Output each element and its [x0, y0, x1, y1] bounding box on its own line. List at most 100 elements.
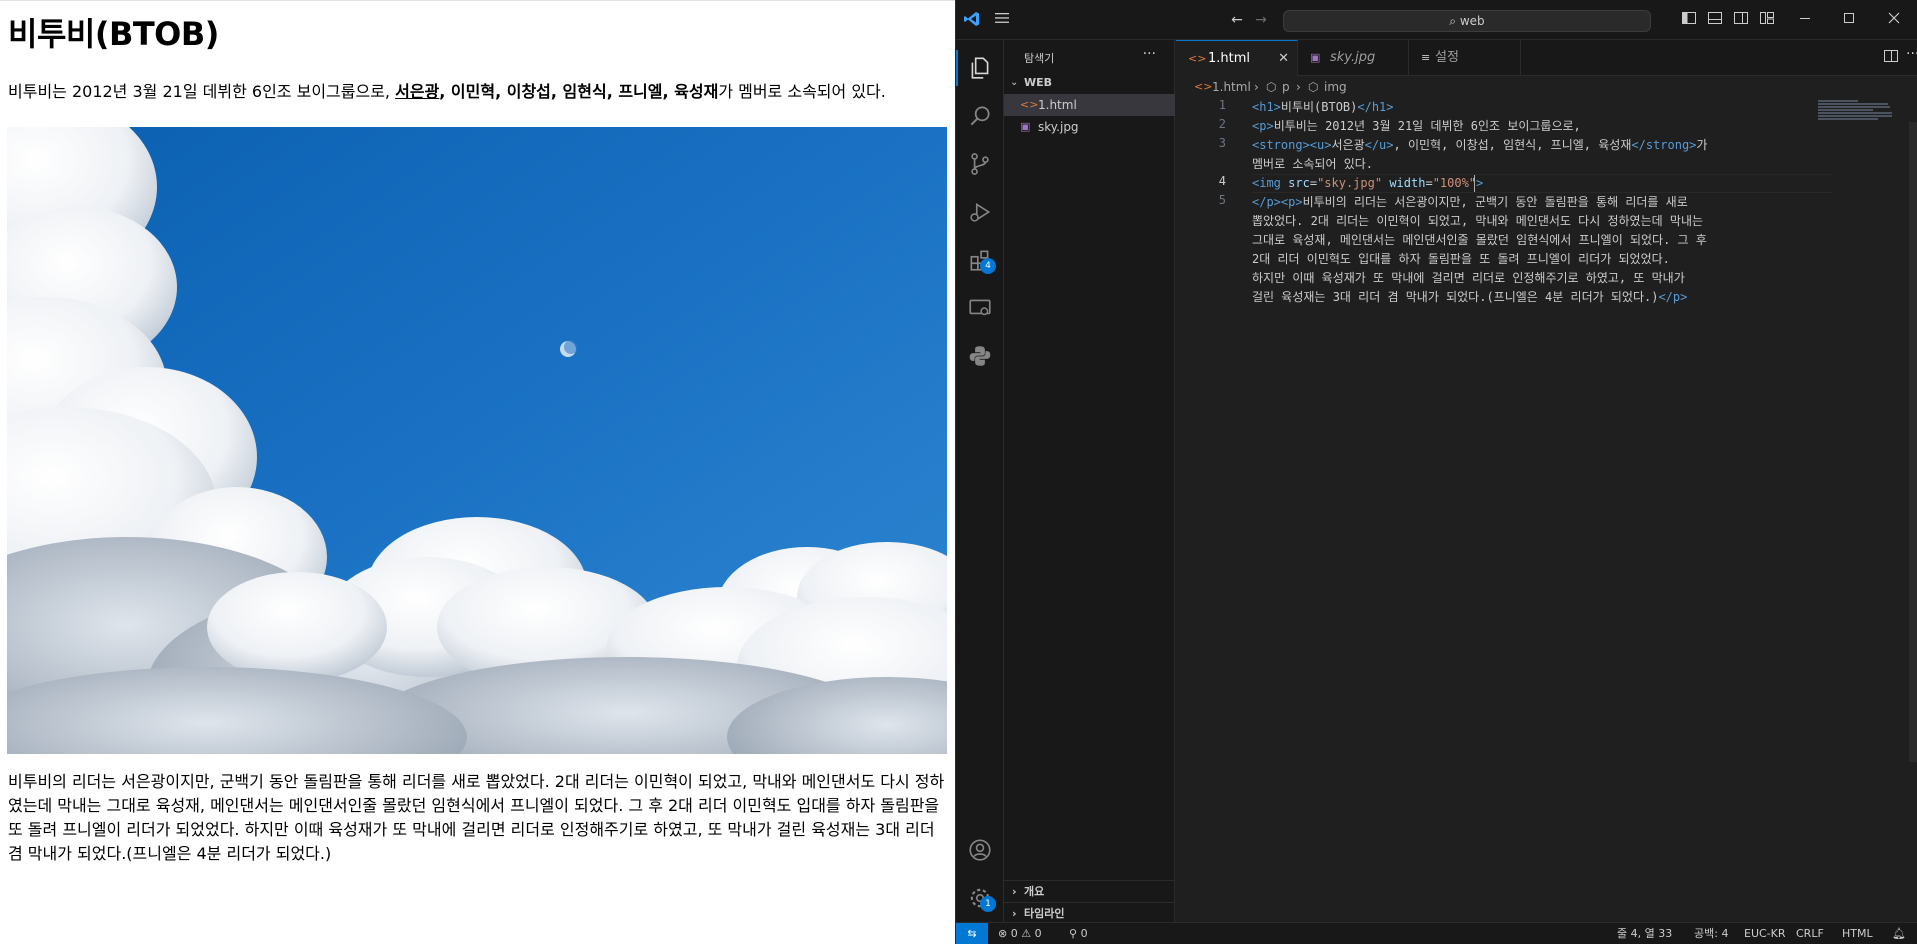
more-actions-icon[interactable]: ···: [1906, 46, 1917, 62]
encoding[interactable]: EUC-KR: [1744, 923, 1786, 944]
line-number: 1: [1218, 98, 1226, 112]
tab-label: 설정: [1435, 50, 1459, 65]
toggle-primary-sidebar-icon[interactable]: [1679, 10, 1699, 30]
activity-bar: 4 1: [956, 40, 1004, 922]
manage-gear-icon[interactable]: 1: [956, 874, 1004, 922]
file-1-html[interactable]: <> 1.html: [1004, 94, 1175, 116]
tab-1-html[interactable]: <> 1.html ✕: [1176, 40, 1298, 76]
breadcrumb-p[interactable]: p: [1282, 76, 1290, 98]
search-view-icon[interactable]: [956, 92, 1004, 140]
close-window-icon[interactable]: [1884, 10, 1904, 30]
line-number: 4: [1218, 174, 1226, 188]
token: width: [1389, 176, 1426, 190]
toggle-panel-icon[interactable]: [1705, 10, 1725, 30]
token: , 이민혁, 이창섭, 임현식, 프니엘, 육성재: [1393, 138, 1632, 152]
warning-icon: ⚠: [1021, 927, 1032, 940]
tab-sky-jpg[interactable]: ▣ sky.jpg: [1298, 40, 1409, 76]
split-editor-icon[interactable]: [1883, 48, 1901, 66]
warnings-count: 0: [1034, 927, 1042, 940]
extensions-badge: 4: [980, 258, 996, 274]
page-top-border: [0, 0, 955, 1]
html-file-icon: <>: [1194, 80, 1213, 93]
error-icon: ⊗: [998, 927, 1008, 940]
close-tab-icon[interactable]: ✕: [1278, 41, 1289, 77]
minimize-icon[interactable]: [1795, 10, 1815, 30]
token: 가: [1696, 138, 1708, 152]
title-bar: ← → ⌕ web: [956, 0, 1917, 40]
problems-indicator[interactable]: ⊗ 0 ⚠ 0: [998, 923, 1042, 944]
toggle-secondary-sidebar-icon[interactable]: [1731, 10, 1751, 30]
vscode-logo-icon: [962, 10, 982, 30]
accounts-icon[interactable]: [956, 826, 1004, 874]
code-line-5-wrap: 하지만 이때 육성재가 또 막내에 걸리면 리더로 인정해주기로 하였고, 또 …: [1252, 269, 1685, 288]
token: 서은광: [1331, 138, 1365, 152]
explorer-icon[interactable]: [956, 44, 1004, 92]
search-text: web: [1459, 14, 1485, 28]
token: 하지만 이때 육성재가 또 막내에 걸리면 리더로 인정해주기로 하였고, 또 …: [1252, 271, 1685, 285]
outline-section[interactable]: › 개요: [1004, 880, 1175, 902]
maximize-icon[interactable]: [1839, 10, 1859, 30]
line-ending[interactable]: CRLF: [1796, 923, 1824, 944]
token: 뽑았었다. 2대 리더는 이민혁이 되었고, 막내와 메인댄서도 다시 정하였는…: [1252, 214, 1704, 228]
minimap[interactable]: [1818, 98, 1908, 122]
code-editor[interactable]: 1 2 3 4 5 <h1>비투비(BTOB)</h1> <p>비투비는 201…: [1176, 98, 1917, 922]
errors-count: 0: [1010, 927, 1018, 940]
token: src: [1288, 176, 1310, 190]
cursor-position[interactable]: 줄 4, 열 33: [1617, 923, 1672, 944]
line-number: 5: [1218, 193, 1226, 207]
vscode-window: ← → ⌕ web 4 1 탐색기 ··· ⌄ WEB <> 1.html ▣ …: [955, 0, 1917, 944]
tab-settings[interactable]: ≡ 설정: [1409, 40, 1521, 76]
code-line-4: <img src="sky.jpg" width="100%">: [1252, 174, 1483, 193]
code-line-2: <p>비투비는 2012년 3월 21일 데뷔한 6인조 보이그룹으로,: [1252, 117, 1581, 136]
code-line-5: </p><p>비투비의 리더는 서은광이지만, 군백기 동안 돌림판을 통해 리…: [1252, 193, 1688, 212]
token: 비투비(BTOB): [1280, 100, 1358, 114]
ports-indicator[interactable]: ⚲ 0: [1069, 923, 1088, 944]
search-icon: ⌕: [1449, 14, 1457, 28]
intro-members-rest: , 이민혁, 이창섭, 임현식, 프니엘, 육성재: [439, 82, 719, 101]
breadcrumb: <> 1.html › ⬡ p › ⬡ img: [1176, 76, 1917, 98]
chevron-down-icon: ⌄: [1010, 77, 1019, 88]
extensions-icon[interactable]: 4: [956, 236, 1004, 284]
file-sky-jpg[interactable]: ▣ sky.jpg: [1004, 116, 1175, 138]
chevron-right-icon: ›: [1296, 80, 1301, 94]
line-number: 2: [1218, 117, 1226, 131]
more-actions-icon[interactable]: ···: [1143, 46, 1156, 62]
code-line-3: <strong><u>서은광</u>, 이민혁, 이창섭, 임현식, 프니엘, …: [1252, 136, 1707, 155]
code-line-5-wrap: 뽑았었다. 2대 리더는 이민혁이 되었고, 막내와 메인댄서도 다시 정하였는…: [1252, 212, 1703, 231]
code-line-5-wrap: 그대로 육성재, 메인댄서는 메인댄서인줄 몰랐던 임현식에서 프니엘이 되었다…: [1252, 231, 1707, 250]
editor-scrollbar[interactable]: [1908, 98, 1917, 922]
page-heading: 비투비(BTOB): [8, 15, 219, 53]
language-mode[interactable]: HTML: [1842, 923, 1873, 944]
intro-leader-underlined: 서은광: [395, 82, 440, 101]
folder-web[interactable]: ⌄ WEB: [1004, 72, 1175, 94]
browser-preview: 비투비(BTOB) 비투비는 2012년 3월 21일 데뷔한 6인조 보이그룹…: [0, 0, 955, 944]
notifications-bell-icon[interactable]: 🔔︎: [1892, 923, 1906, 944]
customize-layout-icon[interactable]: [1757, 10, 1777, 30]
folder-label: WEB: [1024, 76, 1053, 89]
settings-file-icon: ≡: [1421, 51, 1431, 64]
remote-explorer-icon[interactable]: [956, 284, 1004, 332]
explorer-sidebar: 탐색기 ··· ⌄ WEB <> 1.html ▣ sky.jpg › 개요 ›…: [1004, 40, 1175, 922]
forward-arrow-icon[interactable]: →: [1251, 10, 1271, 30]
ports-icon: ⚲: [1069, 927, 1078, 940]
breadcrumb-img[interactable]: img: [1324, 76, 1347, 98]
token: </u>: [1364, 138, 1394, 152]
command-center-search[interactable]: ⌕ web: [1283, 10, 1651, 32]
timeline-section[interactable]: › 타임라인: [1004, 902, 1175, 924]
menu-icon[interactable]: [992, 10, 1012, 30]
scrollbar-thumb[interactable]: [1909, 122, 1917, 762]
breadcrumb-file[interactable]: 1.html: [1212, 76, 1251, 98]
token: </p><p>: [1252, 195, 1303, 209]
intro-suffix: 가 멤버로 소속되어 있다.: [718, 82, 886, 101]
status-bar: ⇆ ⊗ 0 ⚠ 0 ⚲ 0 줄 4, 열 33 공백: 4 EUC-KR CRL…: [956, 922, 1917, 944]
code-line-3-wrap: 멤버로 소속되어 있다.: [1252, 155, 1373, 174]
element-icon: ⬡: [1308, 80, 1319, 94]
run-debug-icon[interactable]: [956, 188, 1004, 236]
indentation[interactable]: 공백: 4: [1694, 923, 1728, 944]
source-control-icon[interactable]: [956, 140, 1004, 188]
python-icon[interactable]: [956, 332, 1004, 380]
remote-indicator-icon[interactable]: ⇆: [956, 923, 988, 944]
back-arrow-icon[interactable]: ←: [1227, 10, 1247, 30]
html-file-icon: <>: [1020, 98, 1039, 111]
token: =: [1425, 176, 1433, 190]
